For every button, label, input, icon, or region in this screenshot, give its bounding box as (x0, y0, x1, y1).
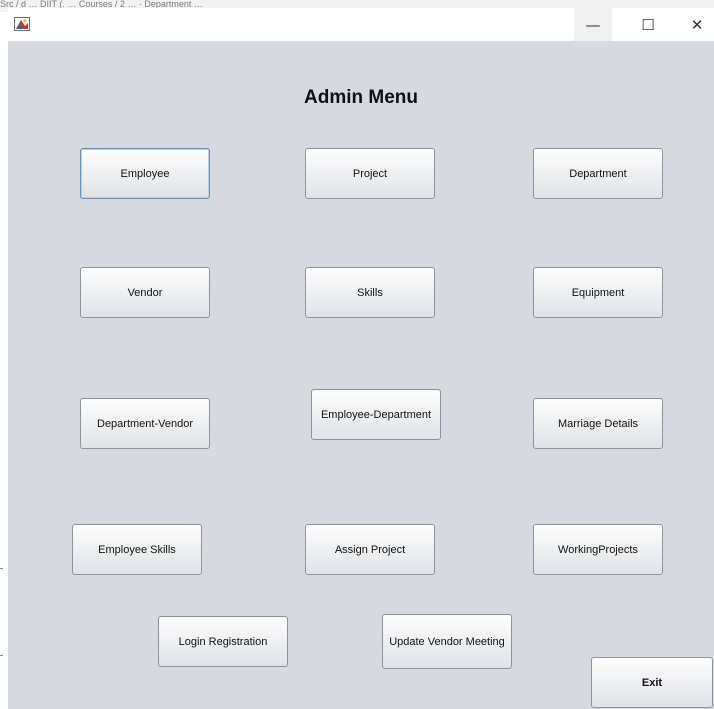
edge-mark (0, 568, 3, 569)
minimize-button[interactable]: — (574, 8, 612, 41)
admin-menu-panel: Admin Menu Employee Project Department V… (8, 41, 714, 709)
equipment-button[interactable]: Equipment (533, 267, 663, 318)
assign-project-button[interactable]: Assign Project (305, 524, 435, 575)
update-vendor-meeting-button[interactable]: Update Vendor Meeting (382, 614, 512, 669)
vendor-button[interactable]: Vendor (80, 267, 210, 318)
maximize-button[interactable]: ☐ (629, 8, 667, 41)
java-app-icon (14, 17, 30, 31)
maximize-icon: ☐ (641, 15, 655, 34)
page-title: Admin Menu (304, 87, 418, 108)
close-icon: ✕ (690, 15, 704, 34)
working-projects-button[interactable]: WorkingProjects (533, 524, 663, 575)
department-vendor-button[interactable]: Department-Vendor (80, 398, 210, 449)
skills-button[interactable]: Skills (305, 267, 435, 318)
employee-skills-button[interactable]: Employee Skills (72, 524, 202, 575)
close-button[interactable]: ✕ (678, 8, 714, 41)
exit-button[interactable]: Exit (591, 657, 713, 708)
window-title-bar[interactable]: — ☐ ✕ (8, 8, 714, 41)
employee-department-button[interactable]: Employee-Department (311, 389, 441, 440)
employee-button[interactable]: Employee (80, 148, 210, 199)
department-button[interactable]: Department (533, 148, 663, 199)
login-registration-button[interactable]: Login Registration (158, 616, 288, 667)
minimize-icon: — (585, 15, 601, 34)
marriage-details-button[interactable]: Marriage Details (533, 398, 663, 449)
edge-mark (0, 655, 3, 656)
project-button[interactable]: Project (305, 148, 435, 199)
